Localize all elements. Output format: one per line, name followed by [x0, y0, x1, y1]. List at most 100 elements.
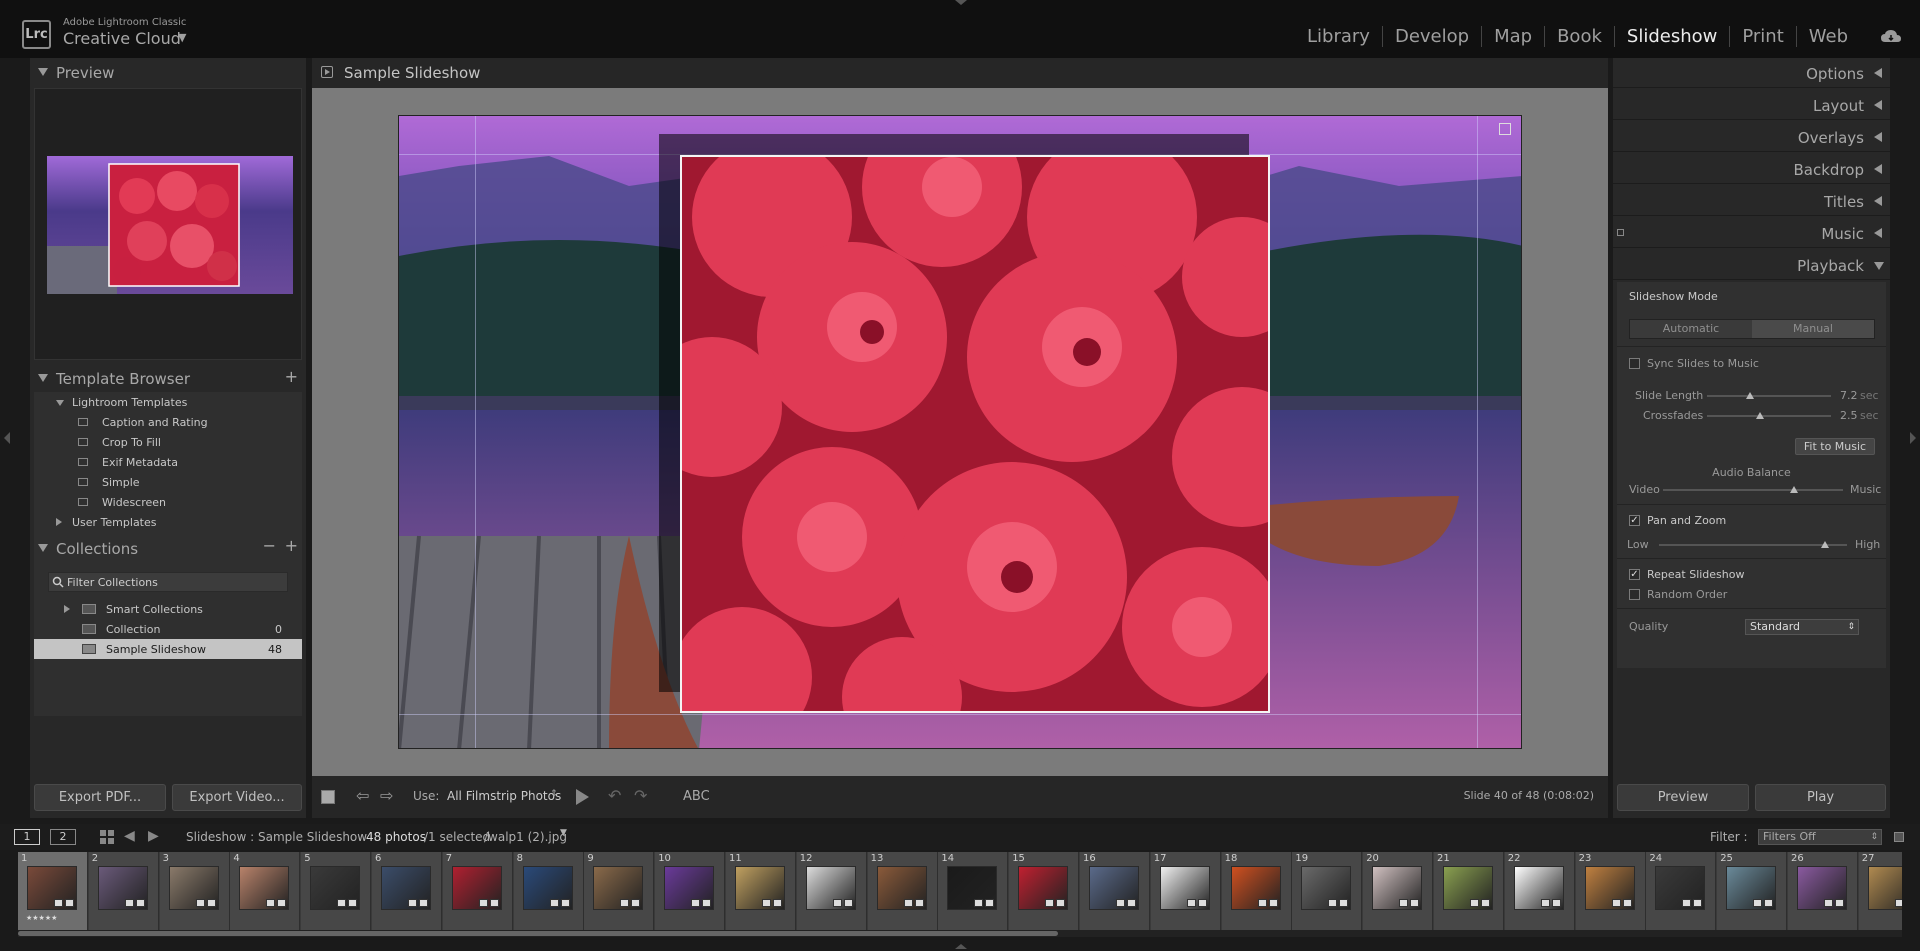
module-slideshow[interactable]: Slideshow — [1615, 26, 1731, 47]
filmstrip-thumbnail[interactable]: 25 — [1717, 852, 1788, 932]
develop-badge-icon[interactable] — [1410, 899, 1420, 907]
filmstrip-thumbnail[interactable]: 13 — [867, 852, 938, 932]
template-item[interactable]: Caption and Rating — [34, 412, 302, 432]
template-folder-lightroom[interactable]: Lightroom Templates — [34, 392, 302, 412]
add-template-icon[interactable]: + — [285, 367, 298, 386]
module-develop[interactable]: Develop — [1383, 26, 1483, 47]
template-item[interactable]: Widescreen — [34, 492, 302, 512]
slide-length-value[interactable]: 7.2 — [1840, 389, 1858, 402]
forward-arrow-icon[interactable]: ▶ — [148, 828, 159, 844]
current-filename[interactable]: /walp1 (2).jpg — [484, 830, 567, 844]
sync-slides-checkbox[interactable] — [1629, 358, 1640, 369]
template-item[interactable]: Simple — [34, 472, 302, 492]
preview-button[interactable]: Preview — [1617, 784, 1749, 811]
develop-badge-icon[interactable] — [1056, 899, 1066, 907]
overlays-panel-header[interactable]: Overlays — [1613, 122, 1890, 152]
preview-panel-header[interactable]: Preview — [30, 58, 306, 86]
develop-badge-icon[interactable] — [277, 899, 287, 907]
filter-collections-input[interactable]: Filter Collections — [48, 572, 288, 592]
slide-length-knob[interactable] — [1746, 392, 1754, 399]
develop-badge-icon[interactable] — [1693, 899, 1703, 907]
remove-collection-icon[interactable]: − — [263, 536, 276, 555]
collections-header[interactable]: Collections − + — [30, 534, 306, 562]
collection-badge-icon[interactable] — [1540, 899, 1550, 907]
module-print[interactable]: Print — [1730, 26, 1797, 47]
select-arrows-icon[interactable]: ⇕ — [550, 789, 558, 799]
template-item[interactable]: Crop To Fill — [34, 432, 302, 452]
develop-badge-icon[interactable] — [1127, 899, 1136, 907]
filmstrip-thumbnail[interactable]: 17 — [1150, 852, 1221, 932]
left-panel-toggle-icon[interactable] — [4, 432, 10, 444]
filmstrip-thumbnail[interactable]: 1 ★★★★★ — [18, 852, 88, 932]
collection-badge-icon[interactable] — [1894, 899, 1902, 907]
collection-sample-slideshow[interactable]: Sample Slideshow 48 — [34, 639, 302, 659]
mode-manual-button[interactable]: Manual — [1752, 320, 1874, 338]
random-order-checkbox[interactable] — [1629, 589, 1640, 600]
filmstrip-thumbnail[interactable]: 3 — [159, 852, 230, 932]
collection-badge-icon[interactable] — [1186, 899, 1196, 907]
filmstrip-thumbnail[interactable]: 16 — [1080, 852, 1150, 932]
audio-balance-slider[interactable] — [1663, 489, 1843, 491]
collection-badge-icon[interactable] — [408, 899, 417, 907]
previous-slide-icon[interactable]: ⇦ — [356, 786, 369, 805]
develop-badge-icon[interactable] — [489, 899, 499, 907]
collection-badge-icon[interactable] — [762, 899, 771, 907]
collection-badge-icon[interactable] — [1257, 899, 1267, 907]
collection-badge-icon[interactable] — [903, 899, 913, 907]
develop-badge-icon[interactable] — [702, 899, 712, 907]
rotate-left-icon[interactable]: ↶ — [608, 786, 621, 805]
template-folder-user[interactable]: User Templates — [34, 512, 302, 532]
titles-panel-header[interactable]: Titles — [1613, 186, 1890, 216]
primary-display-button[interactable]: 1 — [14, 829, 40, 845]
collection-badge-icon[interactable] — [1611, 899, 1621, 907]
develop-badge-icon[interactable] — [985, 899, 995, 907]
filmstrip-thumbnail[interactable]: 26 — [1788, 852, 1858, 932]
filmstrip-thumbnail[interactable]: 4 — [230, 852, 301, 932]
filter-select[interactable]: Filters Off ⇕ — [1758, 829, 1882, 845]
slide-photo[interactable] — [680, 155, 1270, 713]
filmstrip-thumbnail[interactable]: 24 — [1646, 852, 1717, 932]
filmstrip[interactable]: 1 ★★★★★ 2 3 4 5 6 7 8 9 10 11 12 13 14 15 16 17 18 19 20 21 22… — [18, 852, 1902, 932]
pan-zoom-knob[interactable] — [1821, 541, 1829, 548]
template-item[interactable]: Exif Metadata — [34, 452, 302, 472]
develop-badge-icon[interactable] — [773, 899, 782, 907]
mode-automatic-button[interactable]: Automatic — [1630, 320, 1752, 338]
add-collection-icon[interactable]: + — [285, 536, 298, 555]
module-book[interactable]: Book — [1545, 26, 1615, 47]
stop-icon[interactable] — [321, 790, 335, 804]
develop-badge-icon[interactable] — [843, 899, 853, 907]
collection-item[interactable]: Collection 0 — [34, 619, 302, 639]
filmstrip-thumbnail[interactable]: 14 — [938, 852, 1009, 932]
template-browser-header[interactable]: Template Browser + — [30, 364, 306, 392]
export-pdf-button[interactable]: Export PDF... — [34, 784, 166, 811]
develop-badge-icon[interactable] — [1268, 899, 1278, 907]
collection-badge-icon[interactable] — [54, 899, 63, 907]
music-panel-header[interactable]: Music — [1613, 218, 1890, 248]
right-panel-toggle-icon[interactable] — [1910, 432, 1916, 444]
develop-badge-icon[interactable] — [1622, 899, 1632, 907]
collection-badge-icon[interactable] — [1753, 899, 1763, 907]
filmstrip-thumbnail[interactable]: 11 — [726, 852, 796, 932]
filename-dropdown-icon[interactable]: ▼ — [560, 828, 567, 838]
filmstrip-thumbnail[interactable]: 5 — [301, 852, 372, 932]
collection-badge-icon[interactable] — [1682, 899, 1692, 907]
cloud-sync-icon[interactable] — [1880, 28, 1902, 44]
margin-guide[interactable] — [399, 714, 1521, 715]
filmstrip-thumbnail[interactable]: 21 — [1434, 852, 1504, 932]
options-panel-header[interactable]: Options — [1613, 58, 1890, 88]
collection-badge-icon[interactable] — [195, 899, 205, 907]
star-rating[interactable]: ★★★★★ — [26, 914, 57, 922]
develop-badge-icon[interactable] — [560, 899, 570, 907]
identity-plate-anchor-icon[interactable] — [1499, 123, 1511, 135]
collection-badge-icon[interactable] — [691, 899, 701, 907]
module-web[interactable]: Web — [1797, 26, 1860, 47]
filmstrip-thumbnail[interactable]: 9 — [584, 852, 655, 932]
collection-badge-icon[interactable] — [124, 899, 134, 907]
export-video-button[interactable]: Export Video... — [172, 784, 302, 811]
develop-badge-icon[interactable] — [65, 899, 74, 907]
collection-badge-icon[interactable] — [1116, 899, 1125, 907]
filmstrip-thumbnail[interactable]: 23 — [1575, 852, 1646, 932]
develop-badge-icon[interactable] — [1339, 899, 1349, 907]
filmstrip-thumbnail[interactable]: 22 — [1504, 852, 1575, 932]
develop-badge-icon[interactable] — [1764, 899, 1774, 907]
